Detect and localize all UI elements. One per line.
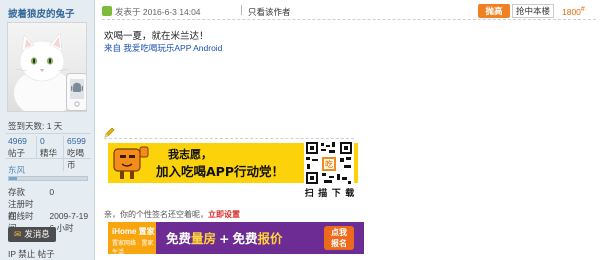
signature-divider <box>104 138 354 139</box>
post-time: 发表于 2016-6-3 14:04 <box>115 7 201 17</box>
stat-coins[interactable]: 6599 吃喝币 <box>63 136 91 171</box>
post-content: 欢喝一夏，就在米兰达！ <box>104 31 209 42</box>
post-header: 发表于 2016-6-3 14:04 只看该作者 抛高 抢中本楼 1800# <box>102 4 596 20</box>
signup-cta-button[interactable]: 点我 报名 <box>324 226 354 250</box>
ihome-logo-text: iHome 置家 <box>112 227 155 236</box>
post-source-link[interactable]: 来自 我爱吃喝玩乐APP Android <box>104 42 222 54</box>
slogan-highlight-2: 报价 <box>257 231 283 246</box>
floor-number-value: 1800 <box>562 6 581 17</box>
post-body: 发表于 2016-6-3 14:04 只看该作者 抛高 抢中本楼 1800# 欢… <box>96 0 600 260</box>
upvote-button[interactable]: 抛高 <box>478 4 510 18</box>
stat-digest[interactable]: 0 精华 <box>36 136 64 159</box>
username-link[interactable]: 披着狼皮的兔子 <box>8 6 75 20</box>
send-message-label: 发消息 <box>24 229 50 239</box>
qr-code[interactable]: 吃 <box>304 141 354 185</box>
slogan-part-2: 免费 <box>232 231 258 246</box>
qr-code-icon: 吃 <box>306 142 352 184</box>
signature-note: 亲，你的个性签名还空着呢，立即设置 <box>104 209 240 220</box>
envelope-icon: ✉ <box>14 229 22 239</box>
qr-caption: 扫 描 下 载 <box>304 188 356 198</box>
detail-key: 存款 <box>8 187 26 197</box>
ip-ban-links[interactable]: IP 禁止 帖子 <box>8 248 55 260</box>
floor-number[interactable]: 1800# <box>562 6 585 17</box>
set-signature-link[interactable]: 立即设置 <box>208 210 240 219</box>
detail-value: 0 <box>49 187 55 197</box>
divider <box>241 5 242 15</box>
banner-line-1: 我志愿， <box>168 148 212 161</box>
ihome-logo: iHome 置家 置家网络 · 置家生活 <box>108 222 156 254</box>
level-progress-fill <box>9 177 17 180</box>
stat-posts-value: 4969 <box>8 136 27 146</box>
user-stats: 4969 帖子 0 精华 6599 吃喝币 <box>6 133 91 171</box>
avatar[interactable] <box>7 22 87 112</box>
slogan-highlight-1: 量房 <box>191 231 217 246</box>
stat-posts[interactable]: 4969 帖子 <box>8 136 36 159</box>
stat-coins-label: 吃喝币 <box>67 148 85 170</box>
svg-text:吃: 吃 <box>325 159 333 169</box>
stat-coins-value: 6599 <box>67 136 86 146</box>
floor-number-suffix: # <box>580 6 585 13</box>
stat-posts-label: 帖子 <box>8 148 26 158</box>
send-message-button[interactable]: ✉ 发消息 <box>8 227 56 242</box>
mascot-icon <box>113 146 149 179</box>
ihome-logo-subtext: 置家网络 · 置家生活 <box>112 241 154 254</box>
online-status-icon <box>102 6 112 16</box>
user-group[interactable]: 东风 <box>8 164 25 176</box>
stat-digest-value: 0 <box>40 136 45 146</box>
level-progress-bar <box>8 176 88 181</box>
ihome-ad-banner[interactable]: iHome 置家 置家网络 · 置家生活 免费量房 + 免费报价 点我 报名 <box>108 222 364 254</box>
author-only-link[interactable]: 只看该作者 <box>248 6 291 18</box>
stat-digest-label: 精华 <box>40 148 58 158</box>
grab-floor-button[interactable]: 抢中本楼 <box>512 4 554 18</box>
android-phone-icon <box>66 73 86 111</box>
slogan-part-1: 免费 <box>166 231 192 246</box>
banner-line-2: 加入吃喝APP行动党！ <box>156 164 284 179</box>
signature-note-text: 亲，你的个性签名还空着呢， <box>104 210 208 219</box>
pencil-icon <box>104 128 115 138</box>
signin-days: 签到天数: 1 天 <box>8 121 63 131</box>
user-sidebar: 披着狼皮的兔子 签到天数: 1 天 4969 帖子 0 精华 6599 吃喝币 … <box>0 0 95 260</box>
ad-slogan: 免费量房 + 免费报价 <box>166 228 283 247</box>
detail-deposit: 存款 0 <box>8 186 54 198</box>
slogan-plus: + <box>219 231 230 246</box>
